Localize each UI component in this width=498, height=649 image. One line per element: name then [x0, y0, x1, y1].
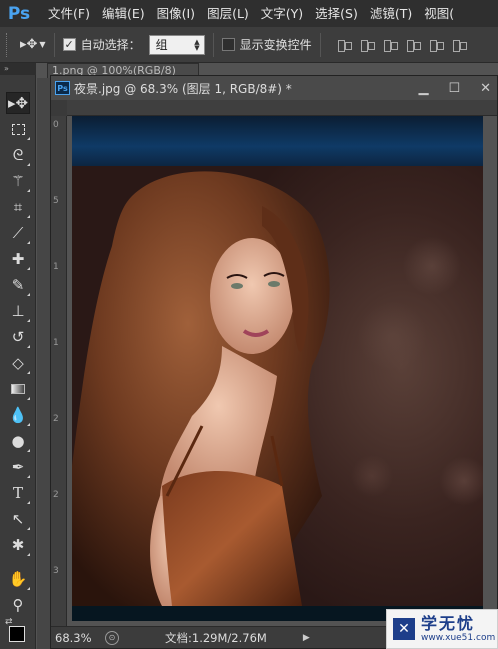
updown-arrows-icon: ▲ ▼	[194, 37, 200, 52]
healing-brush-tool-icon[interactable]: ✚	[6, 248, 30, 270]
align-buttons	[337, 38, 467, 52]
divider	[212, 32, 214, 57]
eraser-tool-icon[interactable]: ◇	[6, 352, 30, 374]
align-bottom-icon[interactable]	[383, 38, 398, 52]
watermark-text: 学无忧 www.xue51.com	[421, 613, 496, 644]
watermark-name: 学无忧	[421, 613, 476, 633]
type-tool-icon[interactable]: T	[6, 482, 30, 504]
portrait-layer	[72, 166, 483, 606]
menu-view[interactable]: 视图(	[418, 0, 460, 27]
align-top-icon[interactable]	[337, 38, 352, 52]
minimize-icon[interactable]: ▁	[418, 81, 428, 96]
toolbox: ▸✥ ᘓ ⚚ ⌗ ⟋ ✚ ✎ ⊥ ↺ ◇ 💧 ● ✒ T ↖ ✱ ✋ ⚲	[0, 75, 36, 649]
document-size-info: 文档:1.29M/2.76M	[165, 630, 267, 645]
move-icon: ▸✥	[20, 37, 38, 52]
canvas[interactable]	[72, 116, 483, 621]
toolbox-collapse[interactable]: »	[0, 63, 36, 75]
ruler-origin[interactable]	[51, 100, 67, 116]
zoom-level[interactable]: 68.3%	[55, 631, 99, 645]
menu-image[interactable]: 图像(I)	[151, 0, 201, 27]
status-menu-arrow[interactable]: ▶	[303, 633, 310, 643]
xue51-logo-mark: ✕	[393, 618, 415, 640]
photoshop-doc-icon: Ps	[55, 81, 70, 95]
magic-wand-tool-icon[interactable]: ⚚	[6, 170, 30, 192]
path-selection-tool-icon[interactable]: ↖	[6, 508, 30, 530]
crop-tool-icon[interactable]: ⌗	[6, 196, 30, 218]
color-swatches: ⇄	[5, 617, 33, 647]
watermark-logo: ✕ 学无忧 www.xue51.com	[386, 609, 498, 649]
divider	[319, 32, 321, 57]
document-window: Ps 夜景.jpg @ 68.3% (图层 1, RGB/8#) * ▁ ☐ ✕…	[50, 75, 498, 649]
ruler-mark: 2	[53, 490, 59, 500]
ruler-mark: 1	[53, 338, 59, 348]
foreground-color[interactable]	[9, 626, 25, 642]
history-brush-tool-icon[interactable]: ↺	[6, 326, 30, 348]
menu-type[interactable]: 文字(Y)	[255, 0, 309, 27]
auto-select-value: 组	[155, 38, 168, 52]
menu-edit[interactable]: 编辑(E)	[96, 0, 151, 27]
close-icon[interactable]: ✕	[480, 81, 491, 96]
portrait-illustration	[72, 171, 330, 606]
blur-tool-icon[interactable]: 💧	[6, 404, 30, 426]
custom-shape-tool-icon[interactable]: ✱	[6, 534, 30, 556]
zoom-tool-icon[interactable]: ⚲	[6, 594, 30, 616]
brush-tool-icon[interactable]: ✎	[6, 274, 30, 296]
show-transform-label: 显示变换控件	[239, 38, 312, 52]
watermark-url: www.xue51.com	[421, 632, 496, 643]
menu-file[interactable]: 文件(F)	[42, 0, 96, 27]
divider	[53, 32, 55, 57]
tool-preset-picker[interactable]: ▸✥ ▼	[20, 37, 46, 52]
align-left-icon[interactable]	[406, 38, 421, 52]
photoshop-logo[interactable]: Ps	[4, 3, 34, 25]
menu-select[interactable]: 选择(S)	[309, 0, 364, 27]
auto-select-checkbox[interactable]: ✓	[62, 38, 76, 51]
auto-select-label: 自动选择：	[80, 38, 141, 52]
move-tool-icon[interactable]: ▸✥	[6, 92, 30, 114]
menu-filter[interactable]: 滤镜(T)	[364, 0, 418, 27]
align-hcenter-icon[interactable]	[429, 38, 444, 52]
gradient-tool-icon[interactable]	[6, 378, 30, 400]
marquee-tool-icon[interactable]	[6, 118, 30, 140]
pen-tool-icon[interactable]: ✒	[6, 456, 30, 478]
document-title: 夜景.jpg @ 68.3% (图层 1, RGB/8#) *	[74, 81, 292, 96]
ruler-mark: 3	[53, 566, 59, 576]
menu-items: 文件(F) 编辑(E) 图像(I) 图层(L) 文字(Y) 选择(S) 滤镜(T…	[42, 0, 460, 27]
options-grip[interactable]	[6, 32, 10, 57]
vertical-ruler[interactable]: 0 5 1 1 2 2 3	[51, 116, 67, 626]
menu-bar: Ps 文件(F) 编辑(E) 图像(I) 图层(L) 文字(Y) 选择(S) 滤…	[0, 0, 498, 27]
hand-tool-icon[interactable]: ✋	[6, 568, 30, 590]
align-vcenter-icon[interactable]	[360, 38, 375, 52]
align-right-icon[interactable]	[452, 38, 467, 52]
document-status-icon[interactable]: ⊙	[105, 630, 119, 645]
ruler-mark: 5	[53, 196, 59, 206]
auto-select-dropdown[interactable]: 组 ▲ ▼	[148, 34, 205, 55]
options-bar: ▸✥ ▼ ✓ 自动选择： 组 ▲ ▼ 显示变换控件	[0, 27, 498, 63]
eyedropper-tool-icon[interactable]: ⟋	[6, 222, 30, 244]
ruler-mark: 0	[53, 120, 59, 130]
maximize-icon[interactable]: ☐	[448, 81, 460, 96]
show-transform-checkbox[interactable]	[221, 38, 235, 51]
dodge-tool-icon[interactable]: ●	[6, 430, 30, 452]
ruler-mark: 2	[53, 414, 59, 424]
menu-layer[interactable]: 图层(L)	[201, 0, 255, 27]
clone-stamp-tool-icon[interactable]: ⊥	[6, 300, 30, 322]
horizontal-ruler[interactable]	[67, 100, 497, 116]
ruler-mark: 1	[53, 262, 59, 272]
lasso-tool-icon[interactable]: ᘓ	[6, 144, 30, 166]
window-controls: ▁ ☐ ✕	[418, 76, 491, 100]
document-titlebar[interactable]: Ps 夜景.jpg @ 68.3% (图层 1, RGB/8#) * ▁ ☐ ✕	[51, 76, 497, 100]
chevron-down-icon: ▼	[39, 40, 46, 49]
